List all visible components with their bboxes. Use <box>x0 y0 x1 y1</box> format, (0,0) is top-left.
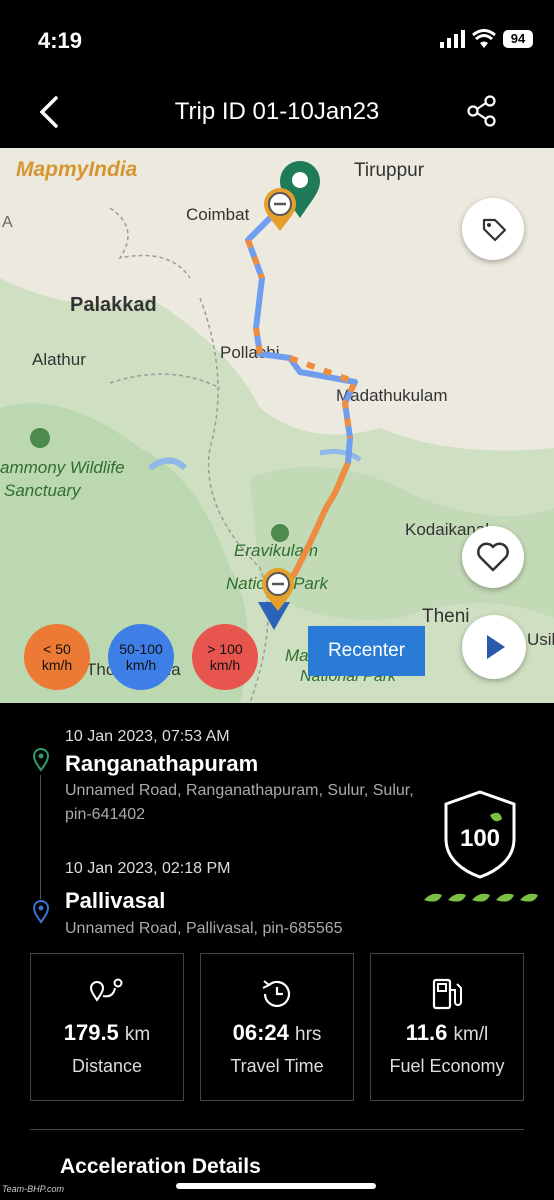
favorite-button[interactable] <box>462 526 524 588</box>
end-speed-marker-icon <box>262 568 294 611</box>
status-bar: 4:19 94 <box>0 0 554 80</box>
legend-slow-unit: km/h <box>41 657 73 673</box>
nav-bar: Trip ID 01-10Jan23 <box>0 80 554 148</box>
end-datetime: 10 Jan 2023, 02:18 PM <box>65 860 231 877</box>
fuel-economy-unit: km/l <box>453 1024 489 1045</box>
heart-icon <box>477 542 509 572</box>
fuel-economy-value: 11.6 <box>405 1020 448 1045</box>
legend-fast-unit: km/h <box>209 657 241 673</box>
battery-indicator: 94 <box>503 30 533 48</box>
wifi-icon <box>472 29 496 48</box>
park-marker-icon-2 <box>271 524 289 542</box>
leaf-icon <box>424 893 538 902</box>
timeline-connector <box>40 775 41 899</box>
share-icon[interactable] <box>465 94 499 128</box>
legend-medium-unit: km/h <box>125 657 157 673</box>
clock: 4:19 <box>38 28 83 53</box>
section-divider <box>30 1129 524 1130</box>
legend-fast: > 100 km/h <box>192 624 258 690</box>
end-location-icon <box>32 900 50 924</box>
tag-button[interactable] <box>462 198 524 260</box>
distance-card: 179.5 km Distance <box>30 953 184 1101</box>
start-datetime: 10 Jan 2023, 07:53 AM <box>65 728 230 745</box>
fuel-economy-label: Fuel Economy <box>389 1056 505 1076</box>
fuel-economy-card: 11.6 km/l Fuel Economy <box>370 953 524 1101</box>
distance-value: 179.5 <box>63 1020 119 1045</box>
travel-time-value-row: 06:24 hrs <box>201 1020 353 1046</box>
distance-unit: km <box>124 1024 151 1045</box>
signal-icon <box>440 30 465 48</box>
trip-map[interactable]: MapmyIndia Tiruppur Coimbat A Palakkad A… <box>0 148 554 703</box>
eco-score-value: 100 <box>459 825 501 852</box>
eco-leaves <box>422 891 542 909</box>
play-button[interactable] <box>462 615 526 679</box>
travel-time-label: Travel Time <box>230 1056 324 1076</box>
legend-fast-range: > 100 <box>207 641 243 657</box>
fuel-economy-value-row: 11.6 km/l <box>371 1020 523 1046</box>
legend-slow: < 50 km/h <box>24 624 90 690</box>
fuel-pump-icon <box>432 978 462 1010</box>
clock-icon <box>262 980 291 1007</box>
home-indicator[interactable] <box>176 1183 376 1189</box>
end-place: Pallivasal <box>65 888 166 913</box>
tag-icon <box>482 218 507 242</box>
recenter-button[interactable]: Recenter <box>308 626 425 676</box>
start-address: Unnamed Road, Ranganathapuram, Sulur, Su… <box>65 782 414 823</box>
start-place: Ranganathapuram <box>65 751 259 776</box>
acceleration-details-heading[interactable]: Acceleration Details <box>60 1155 261 1179</box>
watermark: Team-BHP.com <box>2 1184 65 1194</box>
start-speed-marker-icon <box>264 188 296 231</box>
trip-details: 10 Jan 2023, 07:53 AM Ranganathapuram Un… <box>0 703 554 1200</box>
distance-label: Distance <box>71 1056 143 1076</box>
legend-medium: 50-100 km/h <box>108 624 174 690</box>
travel-time-unit: hrs <box>295 1024 322 1045</box>
legend-slow-range: < 50 <box>43 641 71 657</box>
route-distance-icon <box>89 978 123 1002</box>
park-marker-icon <box>30 428 50 448</box>
legend-medium-range: 50-100 <box>119 641 163 657</box>
start-location-icon <box>32 748 50 772</box>
play-icon <box>487 635 505 659</box>
end-address: Unnamed Road, Pallivasal, pin-685565 <box>65 920 343 937</box>
distance-value-row: 179.5 km <box>31 1020 183 1046</box>
travel-time-value: 06:24 <box>232 1020 289 1045</box>
travel-time-card: 06:24 hrs Travel Time <box>200 953 354 1101</box>
